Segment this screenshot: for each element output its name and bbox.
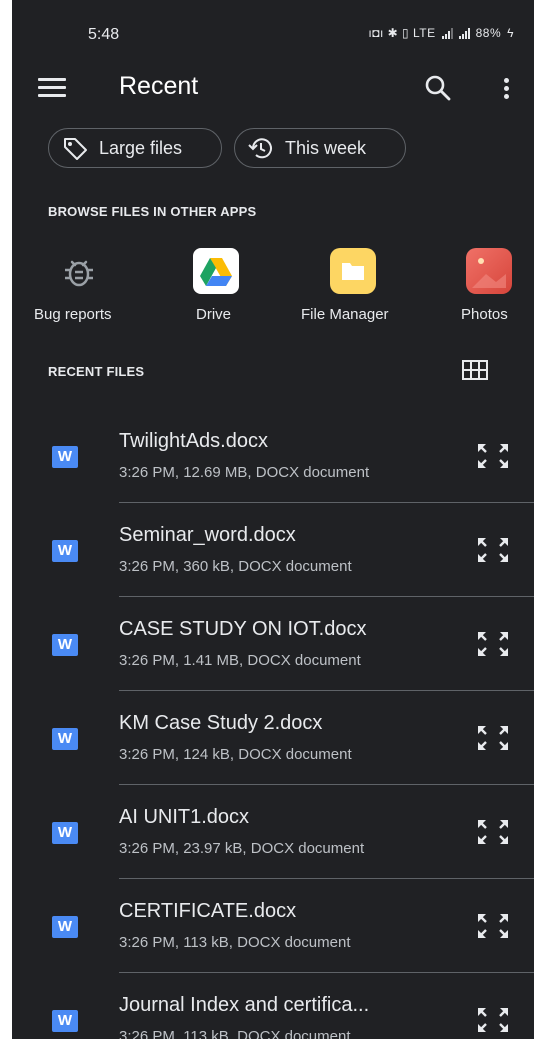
status-bar: 5:48 ı◘ı ✱ ▯ LTE 88% ϟ (12, 0, 534, 64)
this-week-label: This week (285, 137, 367, 158)
google-drive-icon[interactable] (193, 248, 239, 294)
expand-icon[interactable] (474, 816, 512, 848)
files-app-screen: 5:48 ı◘ı ✱ ▯ LTE 88% ϟ Recent Large file… (12, 0, 534, 1039)
file-name: Journal Index and certifica... (119, 994, 370, 1016)
file-name: TwilightAds.docx (119, 430, 268, 452)
app-label-drive[interactable]: Drive (196, 306, 231, 323)
recent-files-title: RECENT FILES (48, 364, 145, 379)
page-title: Recent (119, 72, 199, 100)
file-divider (119, 596, 534, 597)
word-doc-icon: W (52, 540, 78, 562)
large-files-label: Large files (99, 137, 183, 158)
app-bar: Recent (12, 64, 534, 112)
file-meta: 3:26 PM, 124 kB, DOCX document (119, 746, 352, 763)
status-icons: ı◘ı ✱ ▯ LTE 88% ϟ (368, 26, 514, 40)
photos-glyph (472, 258, 506, 288)
file-meta: 3:26 PM, 113 kB, DOCX document (119, 934, 351, 951)
expand-icon[interactable] (474, 1004, 512, 1036)
word-doc-icon: W (52, 1010, 78, 1032)
search-icon[interactable] (424, 74, 452, 102)
hamburger-menu-icon[interactable] (38, 76, 66, 100)
folder-glyph (342, 263, 364, 280)
file-divider (119, 784, 534, 785)
file-meta: 3:26 PM, 113 kB, DOCX document (119, 1028, 351, 1039)
status-time: 5:48 (88, 26, 120, 43)
word-doc-icon: W (52, 446, 78, 468)
file-name: CERTIFICATE.docx (119, 900, 297, 922)
bug-icon[interactable] (56, 248, 102, 294)
charging-icon: ϟ (507, 26, 514, 40)
file-divider (119, 502, 534, 503)
app-label-bug-reports[interactable]: Bug reports (34, 306, 112, 323)
folder-icon[interactable] (330, 248, 376, 294)
expand-icon[interactable] (474, 440, 512, 472)
file-meta: 3:26 PM, 360 kB, DOCX document (119, 558, 352, 575)
history-icon (248, 138, 272, 159)
file-meta: 3:26 PM, 23.97 kB, DOCX document (119, 840, 365, 857)
expand-icon[interactable] (474, 534, 512, 566)
file-name: AI UNIT1.docx (119, 806, 250, 828)
app-label-photos[interactable]: Photos (461, 306, 508, 323)
app-label-file-manager[interactable]: File Manager (301, 306, 389, 323)
word-doc-icon: W (52, 916, 78, 938)
battery-level: 88% (475, 26, 502, 40)
word-doc-icon: W (52, 634, 78, 656)
file-meta: 3:26 PM, 1.41 MB, DOCX document (119, 652, 361, 669)
file-row[interactable]: W KM Case Study 2.docx 3:26 PM, 124 kB, DO… (12, 690, 534, 784)
expand-icon[interactable] (474, 910, 512, 942)
photos-icon[interactable] (466, 248, 512, 294)
file-divider (119, 972, 534, 973)
large-files-chip[interactable]: Large files (48, 128, 222, 168)
signal-2-icon (458, 27, 470, 39)
file-row[interactable]: W CERTIFICATE.docx 3:26 PM, 113 kB, DOCX d… (12, 878, 534, 972)
word-doc-icon: W (52, 728, 78, 750)
expand-icon[interactable] (474, 722, 512, 754)
file-meta: 3:26 PM, 12.69 MB, DOCX document (119, 464, 370, 481)
more-vert-icon[interactable] (496, 72, 516, 104)
signal-1-icon (441, 27, 453, 39)
file-name: Seminar_word.docx (119, 524, 296, 546)
file-row[interactable]: W Journal Index and certifica... 3:26 PM, … (12, 972, 534, 1039)
file-row[interactable]: W TwilightAds.docx 3:26 PM, 12.69 MB, DOCX… (12, 408, 534, 502)
drive-logo (200, 258, 232, 286)
browse-section-title: BROWSE FILES IN OTHER APPS (48, 204, 257, 219)
vibrate-bluetooth-lte-icons: ı◘ı ✱ ▯ LTE (368, 26, 436, 40)
file-row[interactable]: W Seminar_word.docx 3:26 PM, 360 kB, DOCX … (12, 502, 534, 596)
file-divider (119, 878, 534, 879)
file-name: KM Case Study 2.docx (119, 712, 323, 734)
expand-icon[interactable] (474, 628, 512, 660)
file-row[interactable]: W CASE STUDY ON IOT.docx 3:26 PM, 1.41 MB,… (12, 596, 534, 690)
file-row[interactable]: W AI UNIT1.docx 3:26 PM, 23.97 kB, DOCX do… (12, 784, 534, 878)
word-doc-icon: W (52, 822, 78, 844)
grid-view-icon[interactable] (462, 360, 488, 380)
file-name: CASE STUDY ON IOT.docx (119, 618, 367, 640)
this-week-chip[interactable]: This week (234, 128, 406, 168)
file-divider (119, 690, 534, 691)
tag-icon (64, 138, 87, 160)
